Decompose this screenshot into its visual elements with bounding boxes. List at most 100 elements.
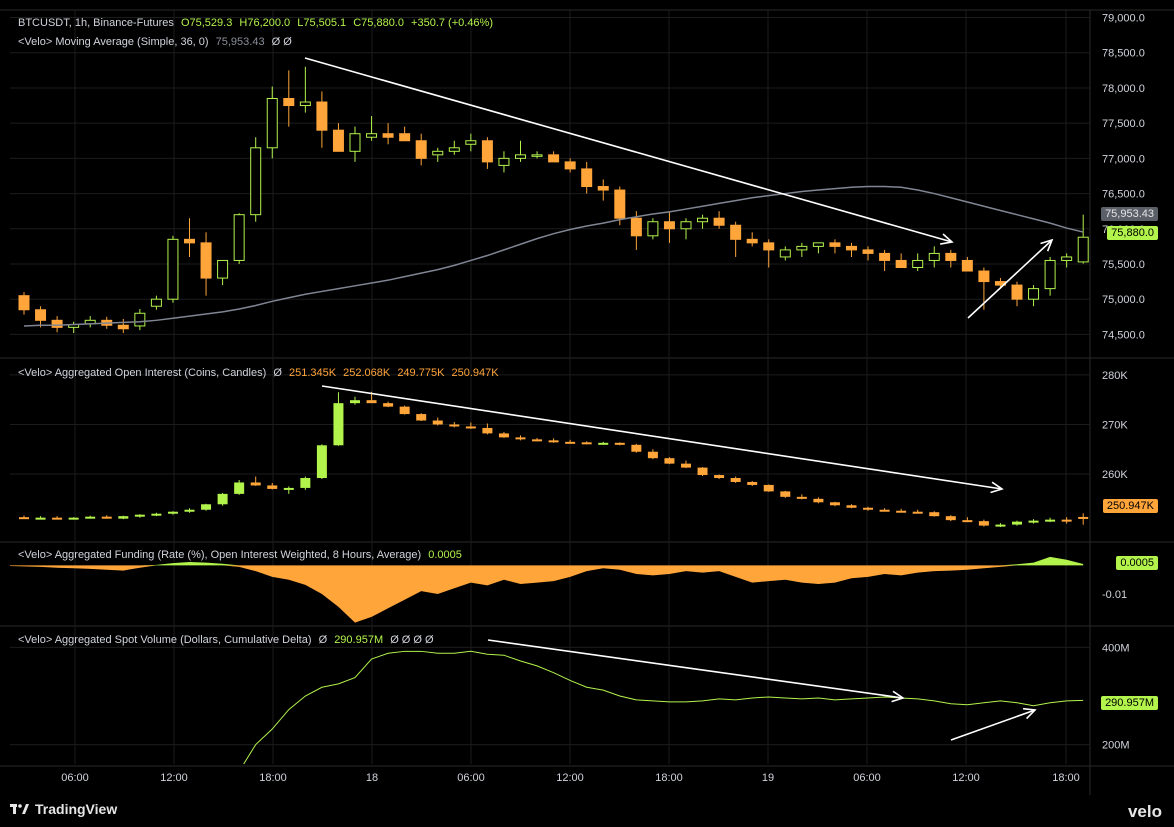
oi-candle-body (52, 517, 63, 520)
oi-candle-body (813, 498, 824, 503)
oi-candle-body (1045, 519, 1056, 522)
candle-body (515, 154, 526, 159)
candle-body (134, 312, 146, 327)
oi-candle-body (350, 400, 360, 404)
candle-body (796, 245, 808, 251)
oi-candle-body (316, 445, 327, 479)
oi-candle-body (879, 509, 890, 512)
symbol-label: BTCUSDT, 1h, Binance-Futures (18, 17, 174, 29)
candle-body (217, 259, 229, 279)
price-tick-label: 78,500.0 (1102, 48, 1145, 60)
spot-uptrend-arrow (950, 707, 1037, 741)
time-tick-label: 18:00 (1052, 772, 1080, 784)
candle-body (465, 140, 477, 145)
oi-candle-body (217, 493, 228, 505)
oi-candle-body (184, 509, 195, 512)
candle-body (730, 224, 742, 240)
ma-price-tag: 75,953.43 (1101, 207, 1158, 221)
price-downtrend-arrow (304, 57, 954, 245)
oi-candle-body (498, 433, 509, 438)
spot-flags: Ø Ø Ø Ø (390, 634, 434, 646)
oi-candle-body (995, 524, 1006, 527)
last-price-tag: 75,880.0 (1107, 226, 1158, 240)
arrow-shaft (487, 639, 904, 699)
oi-candle-body (399, 406, 410, 415)
oi-candle-body (68, 517, 79, 520)
ma-value: 75,953.43 (215, 36, 265, 48)
candle-body (399, 133, 411, 142)
candle-body (912, 259, 924, 269)
candle-body (928, 252, 940, 261)
change-value: +350.7 (+0.46%) (411, 17, 493, 29)
oi-candle-body (681, 463, 691, 468)
oi-tick-label: 260K (1102, 469, 1128, 481)
candle-body (895, 259, 907, 269)
candle-body (1011, 284, 1023, 300)
chart-canvas: 06:00 12:00 18:00 18 06:00 12:00 18:00 19 06:00 1… (0, 9, 1174, 795)
funding-last-tag: 0.0005 (1116, 556, 1158, 570)
candle-body (184, 238, 195, 244)
price-tick-label: 75,000.0 (1102, 294, 1145, 306)
candle-body (250, 147, 262, 216)
oi-tick-label: 270K (1102, 419, 1128, 431)
candle-body (829, 242, 841, 247)
candle-body (117, 324, 129, 330)
candle-body (481, 140, 493, 163)
candle-body (879, 252, 891, 261)
footer-bar: TradingView velo (0, 795, 1174, 827)
candle-body (779, 249, 791, 258)
candle-body (531, 154, 543, 157)
oi-candle-body (118, 516, 129, 519)
candle-body (349, 133, 361, 152)
time-tick-label: 06:00 (61, 772, 89, 784)
oi-candle-body (846, 505, 857, 508)
oi-label: <Velo> Aggregated Open Interest (Coins, … (18, 367, 267, 379)
time-tick-label: 12:00 (952, 772, 980, 784)
funding-label: <Velo> Aggregated Funding (Rate (%), Ope… (18, 549, 422, 561)
oi-candle-body (35, 517, 46, 520)
oi-value-3: 249.775K (397, 367, 445, 379)
axes: 06:00 12:00 18:00 18 06:00 12:00 18:00 19 06:00 1… (61, 13, 1145, 784)
ma-label: <Velo> Moving Average (Simple, 36, 0) (18, 36, 209, 48)
funding-legend[interactable]: <Velo> Aggregated Funding (Rate (%), Ope… (18, 549, 466, 561)
spot-label: <Velo> Aggregated Spot Volume (Dollars, … (18, 634, 312, 646)
time-tick-label: 12:00 (556, 772, 584, 784)
time-tick-label: 06:00 (457, 772, 485, 784)
low-value: L75,505.1 (297, 17, 347, 29)
candle-body (961, 259, 973, 272)
tradingview-logo[interactable]: TradingView (10, 801, 117, 817)
candle-body (366, 133, 378, 138)
oi-legend[interactable]: <Velo> Aggregated Open Interest (Coins, … (18, 367, 503, 379)
oi-candle-body (780, 491, 791, 497)
price-tick-label: 78,000.0 (1102, 83, 1145, 95)
oi-candle-body (581, 442, 592, 445)
candle-body (498, 157, 510, 166)
oi-candle-body (978, 521, 989, 526)
oi-candle-body (234, 482, 245, 494)
candle-body (846, 245, 857, 251)
symbol-legend[interactable]: BTCUSDT, 1h, Binance-Futures O75,529.3 H… (18, 17, 497, 29)
candle-body (597, 186, 609, 191)
ma-legend[interactable]: <Velo> Moving Average (Simple, 36, 0) 75… (18, 36, 296, 48)
oi-value-4: 250.947K (451, 367, 499, 379)
oi-candle-body (548, 440, 559, 443)
spot-volume-pane (243, 650, 1084, 765)
candle-body (233, 214, 245, 261)
spot-tick-label: 400M (1102, 642, 1130, 654)
time-tick-label: 18:00 (259, 772, 287, 784)
time-tick-label: 12:00 (160, 772, 188, 784)
candle-body (663, 221, 675, 230)
candle-body (35, 309, 47, 321)
oi-candle-body (465, 426, 476, 429)
candle-body (978, 270, 990, 283)
spot-legend[interactable]: <Velo> Aggregated Spot Volume (Dollars, … (18, 634, 438, 646)
oi-candle-body (482, 427, 493, 434)
oi-candle-body (1012, 521, 1022, 525)
candle-body (266, 98, 278, 149)
oi-candle-body (912, 511, 923, 514)
funding-tick-label: -0.01 (1102, 589, 1127, 601)
velo-logo[interactable]: velo (1128, 802, 1162, 822)
oi-candle-body (896, 510, 907, 513)
time-tick-label: 18 (366, 772, 378, 784)
oi-candle-body (631, 444, 642, 452)
